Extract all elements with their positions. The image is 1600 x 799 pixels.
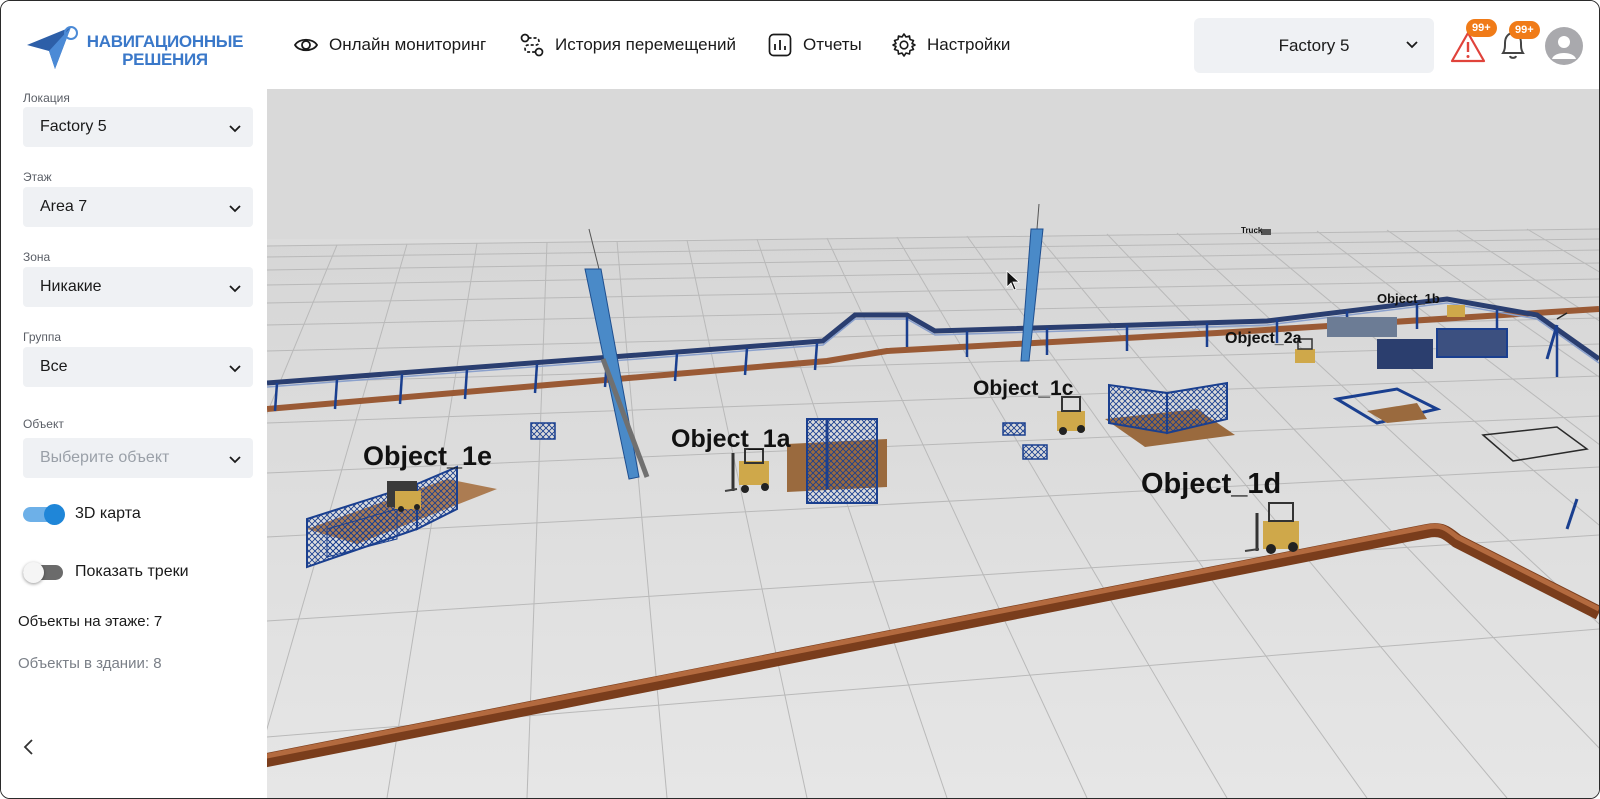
object-label-1b[interactable]: Object_1b	[1377, 291, 1440, 306]
group-select[interactable]: Все	[23, 347, 253, 387]
filters-sidebar: Локация Factory 5 Этаж Area 7 Зона Никак…	[1, 89, 267, 798]
object-label-1c[interactable]: Object_1c	[973, 377, 1074, 400]
floor-objects-value: 7	[153, 613, 163, 630]
header-location-select[interactable]: Factory 5	[1194, 18, 1434, 73]
building-objects-value: 8	[153, 655, 162, 672]
chevron-down-icon	[229, 365, 241, 373]
logo-line-2: РЕШЕНИЯ	[122, 50, 208, 69]
route-icon	[520, 33, 544, 57]
location-label: Локация	[23, 91, 70, 105]
eye-icon	[293, 38, 319, 52]
logo-text: НАВИГАЦИОННЫЕ РЕШЕНИЯ	[75, 33, 255, 69]
chevron-down-icon	[1406, 41, 1418, 49]
nav-reports[interactable]: Отчеты	[767, 29, 862, 61]
header-location-value: Factory 5	[1278, 35, 1350, 55]
logo[interactable]: НАВИГАЦИОННЫЕ РЕШЕНИЯ	[25, 23, 245, 75]
zone-select[interactable]: Никакие	[23, 267, 253, 307]
sky-background	[267, 89, 1599, 239]
object-label-1d[interactable]: Object_1d	[1141, 468, 1281, 500]
nav-settings[interactable]: Настройки	[891, 29, 1010, 61]
toggle-knob	[23, 562, 44, 583]
object-select[interactable]: Выберите объект	[23, 438, 253, 478]
user-avatar[interactable]	[1545, 27, 1583, 65]
logo-line-1: НАВИГАЦИОННЫЕ	[86, 32, 244, 51]
map-3d-scene: Object_1e Object_1a Object_1c Object_1d …	[267, 89, 1599, 798]
chevron-left-icon	[23, 739, 33, 755]
object-label-1a[interactable]: Object_1a	[671, 425, 792, 453]
object-label-2a[interactable]: Object_2a	[1225, 330, 1302, 347]
gear-icon	[892, 33, 916, 57]
floor-objects-count: Объекты на этаже: 7	[18, 613, 162, 630]
building-objects-count: Объекты в здании: 8	[18, 655, 162, 672]
nav-movement-history-label: История перемещений	[555, 35, 736, 54]
zone-label: Зона	[23, 250, 51, 264]
floor-label: Этаж	[23, 170, 52, 184]
forklift-object-1b	[1447, 305, 1465, 317]
zone-value: Никакие	[40, 278, 102, 295]
floor-plane	[267, 229, 1599, 798]
chevron-down-icon	[229, 125, 241, 133]
user-icon	[1552, 36, 1576, 59]
chart-icon	[768, 33, 792, 57]
top-header: НАВИГАЦИОННЫЕ РЕШЕНИЯ Онлайн мониторинг …	[1, 1, 1599, 89]
app-window: НАВИГАЦИОННЫЕ РЕШЕНИЯ Онлайн мониторинг …	[0, 0, 1600, 799]
chevron-down-icon	[229, 205, 241, 213]
show-tracks-label: Показать треки	[75, 563, 189, 580]
collapse-sidebar-button[interactable]	[19, 737, 39, 757]
floor-objects-label: Объекты на этаже:	[18, 613, 150, 630]
object-label-truck[interactable]: Truck	[1241, 226, 1263, 235]
building-objects-label: Объекты в здании:	[18, 655, 150, 672]
toggle-knob	[44, 504, 65, 525]
map-3d-view[interactable]: Object_1e Object_1a Object_1c Object_1d …	[267, 89, 1599, 798]
chevron-down-icon	[229, 285, 241, 293]
forklift-object-1e	[395, 491, 421, 512]
floor-select[interactable]: Area 7	[23, 187, 253, 227]
nav-online-monitoring-label: Онлайн мониторинг	[329, 35, 487, 54]
nav-online-monitoring[interactable]: Онлайн мониторинг	[293, 29, 486, 61]
nav-settings-label: Настройки	[927, 35, 1011, 54]
floor-value: Area 7	[40, 198, 88, 215]
nav-movement-history[interactable]: История перемещений	[519, 29, 736, 61]
group-label: Группа	[23, 330, 62, 344]
location-value: Factory 5	[40, 118, 107, 135]
location-select[interactable]: Factory 5	[23, 107, 253, 147]
map-3d-label: 3D карта	[75, 505, 141, 522]
nav-reports-label: Отчеты	[803, 35, 862, 54]
group-value: Все	[40, 358, 68, 375]
notifications-count-badge: 99+	[1509, 21, 1540, 39]
object-label-1e[interactable]: Object_1e	[363, 441, 492, 471]
object-label: Объект	[23, 417, 64, 431]
truck-icon	[1261, 229, 1271, 235]
object-placeholder: Выберите объект	[40, 449, 170, 466]
chevron-down-icon	[229, 456, 241, 464]
map-3d-toggle[interactable]	[23, 504, 67, 525]
show-tracks-toggle[interactable]	[23, 562, 67, 583]
logo-arrow-icon	[27, 26, 78, 69]
